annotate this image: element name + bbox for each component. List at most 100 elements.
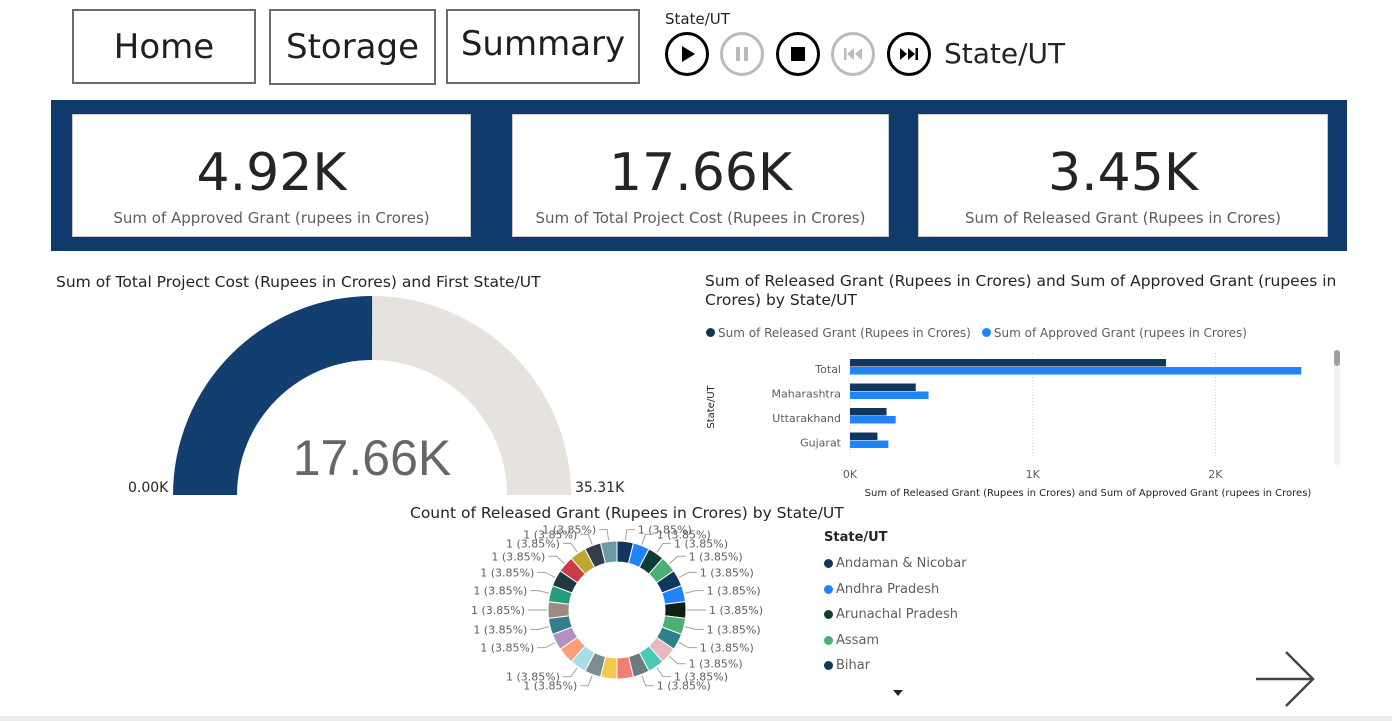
legend-label: Andaman & Nicobar bbox=[836, 556, 967, 572]
bar-chart-title-line1: Sum of Released Grant (Rupees in Crores)… bbox=[705, 272, 1337, 290]
previous-button[interactable] bbox=[831, 32, 875, 76]
donut-leader-line bbox=[530, 590, 550, 594]
bar-approved-grant[interactable] bbox=[850, 391, 929, 400]
donut-data-label: 1 (3.85%) bbox=[700, 642, 754, 655]
donut-leader-line bbox=[656, 667, 672, 678]
skip-next-icon bbox=[900, 48, 918, 60]
donut-data-label: 1 (3.85%) bbox=[657, 680, 711, 693]
donut-data-label: 1 (3.85%) bbox=[700, 566, 754, 579]
play-axis-title: State/UT bbox=[665, 10, 730, 28]
gauge-max-label: 35.31K bbox=[575, 480, 625, 496]
donut-leader-line bbox=[562, 542, 578, 553]
donut-data-label: 1 (3.85%) bbox=[689, 550, 743, 563]
legend-item[interactable]: Assam bbox=[824, 628, 967, 654]
gauge-value-label: 17.66K bbox=[293, 430, 451, 486]
donut-leader-line bbox=[684, 626, 704, 630]
donut-chart-title: Count of Released Grant (Rupees in Crore… bbox=[410, 504, 844, 522]
donut-leader-line bbox=[530, 626, 550, 630]
donut-leader-line bbox=[599, 529, 610, 541]
bar-chart-title: Sum of Released Grant (Rupees in Crores)… bbox=[705, 272, 1336, 310]
donut-leader-line bbox=[641, 675, 654, 687]
x-tick-label: 0K bbox=[843, 468, 858, 481]
donut-data-label: 1 (3.85%) bbox=[709, 604, 763, 617]
bar-approved-grant[interactable] bbox=[850, 416, 896, 424]
play-axis-current-value: State/UT bbox=[944, 37, 1066, 70]
x-tick-label: 2K bbox=[1208, 468, 1223, 481]
donut-leader-line bbox=[580, 675, 593, 687]
next-page-arrow-icon[interactable] bbox=[1252, 650, 1318, 710]
donut-leader-line bbox=[669, 555, 686, 564]
donut-data-label: 1 (3.85%) bbox=[674, 537, 728, 550]
donut-data-label: 1 (3.85%) bbox=[473, 623, 527, 636]
kpi-label: Sum of Total Project Cost (Rupees in Cro… bbox=[535, 209, 866, 227]
donut-legend: State/UT Andaman & Nicobar Andhra Prades… bbox=[824, 530, 967, 679]
summary-button[interactable]: Summary bbox=[446, 9, 640, 84]
pause-button[interactable] bbox=[720, 32, 764, 76]
kpi-label: Sum of Approved Grant (rupees in Crores) bbox=[113, 209, 430, 227]
next-button[interactable] bbox=[887, 32, 931, 76]
legend-label: Bihar bbox=[836, 658, 871, 674]
donut-leader-line bbox=[678, 642, 697, 649]
gauge-chart[interactable]: 17.66K bbox=[160, 290, 590, 500]
bar-chart-scrollbar[interactable] bbox=[1334, 350, 1340, 465]
storage-button[interactable]: Storage bbox=[269, 9, 436, 85]
donut-leader-line bbox=[656, 542, 672, 553]
home-button-label: Home bbox=[113, 26, 215, 67]
kpi-value: 17.66K bbox=[609, 143, 792, 203]
bar-chart[interactable]: 0K 1K 2K Total Maharashtra Uttarakhand Gujarat… bbox=[700, 345, 1350, 505]
legend-item-released[interactable]: Sum of Released Grant (Rupees in Crores) bbox=[706, 326, 971, 340]
home-button[interactable]: Home bbox=[72, 9, 256, 84]
play-icon bbox=[682, 46, 695, 62]
x-axis-title: Sum of Released Grant (Rupees in Crores)… bbox=[865, 488, 1312, 499]
donut-data-label: 1 (3.85%) bbox=[707, 623, 761, 636]
play-button[interactable] bbox=[665, 32, 709, 76]
bar-approved-grant[interactable] bbox=[850, 440, 889, 449]
kpi-value: 4.92K bbox=[196, 143, 347, 203]
legend-dot bbox=[824, 584, 833, 594]
storage-button-label: Storage bbox=[285, 27, 420, 67]
y-category-label: Uttarakhand bbox=[772, 412, 841, 425]
bar-released-grant[interactable] bbox=[850, 432, 878, 441]
y-axis-title: State/UT bbox=[706, 384, 717, 428]
donut-data-label: 1 (3.85%) bbox=[689, 658, 743, 671]
donut-leader-line bbox=[678, 571, 697, 578]
skip-previous-icon bbox=[844, 48, 862, 60]
legend-label: Sum of Released Grant (Rupees in Crores) bbox=[718, 325, 971, 340]
y-category-label: Total bbox=[814, 363, 841, 376]
legend-item[interactable]: Andaman & Nicobar bbox=[824, 551, 967, 577]
legend-item[interactable]: Andhra Pradesh bbox=[824, 577, 967, 603]
legend-label: Andhra Pradesh bbox=[836, 581, 940, 597]
kpi-card-released-grant: 3.45K Sum of Released Grant (Rupees in C… bbox=[918, 114, 1328, 237]
donut-data-label: 1 (3.85%) bbox=[473, 585, 527, 598]
summary-button-label: Summary bbox=[460, 23, 626, 64]
kpi-card-total-project-cost: 17.66K Sum of Total Project Cost (Rupees… bbox=[512, 114, 889, 237]
legend-item[interactable]: Arunachal Pradesh bbox=[824, 602, 967, 628]
bar-approved-grant[interactable] bbox=[850, 367, 1302, 375]
legend-label: Assam bbox=[836, 632, 880, 648]
bar-chart-title-line2: Crores) by State/UT bbox=[705, 291, 857, 309]
bar-released-grant[interactable] bbox=[850, 383, 916, 392]
legend-dot bbox=[706, 328, 715, 337]
legend-dot bbox=[824, 559, 833, 569]
legend-label: Sum of Approved Grant (rupees in Crores) bbox=[993, 325, 1247, 340]
donut-leader-line bbox=[537, 571, 556, 578]
gauge-title: Sum of Total Project Cost (Rupees in Cro… bbox=[56, 273, 541, 291]
scrollbar-thumb[interactable] bbox=[1334, 350, 1340, 366]
pause-icon bbox=[736, 47, 748, 61]
bar-chart-legend: Sum of Released Grant (Rupees in Crores)… bbox=[706, 322, 1253, 341]
donut-chart[interactable]: 1 (3.85%)1 (3.85%)1 (3.85%)1 (3.85%)1 (3… bbox=[440, 525, 800, 710]
donut-legend-title: State/UT bbox=[824, 530, 888, 545]
donut-data-label: 1 (3.85%) bbox=[480, 566, 534, 579]
donut-data-label: 1 (3.85%) bbox=[506, 671, 560, 684]
legend-item[interactable]: Bihar bbox=[824, 653, 967, 679]
legend-dot bbox=[824, 610, 833, 620]
legend-item-approved[interactable]: Sum of Approved Grant (rupees in Crores) bbox=[981, 325, 1247, 340]
stop-button[interactable] bbox=[776, 32, 820, 76]
bar-released-grant[interactable] bbox=[850, 408, 887, 416]
gauge-min-label: 0.00K bbox=[128, 480, 169, 496]
kpi-card-approved-grant: 4.92K Sum of Approved Grant (rupees in C… bbox=[72, 114, 471, 237]
bar-released-grant[interactable] bbox=[850, 359, 1167, 367]
donut-data-label: 1 (3.85%) bbox=[542, 525, 596, 537]
legend-scroll-down-icon[interactable] bbox=[892, 689, 904, 697]
kpi-label: Sum of Released Grant (Rupees in Crores) bbox=[964, 209, 1281, 227]
